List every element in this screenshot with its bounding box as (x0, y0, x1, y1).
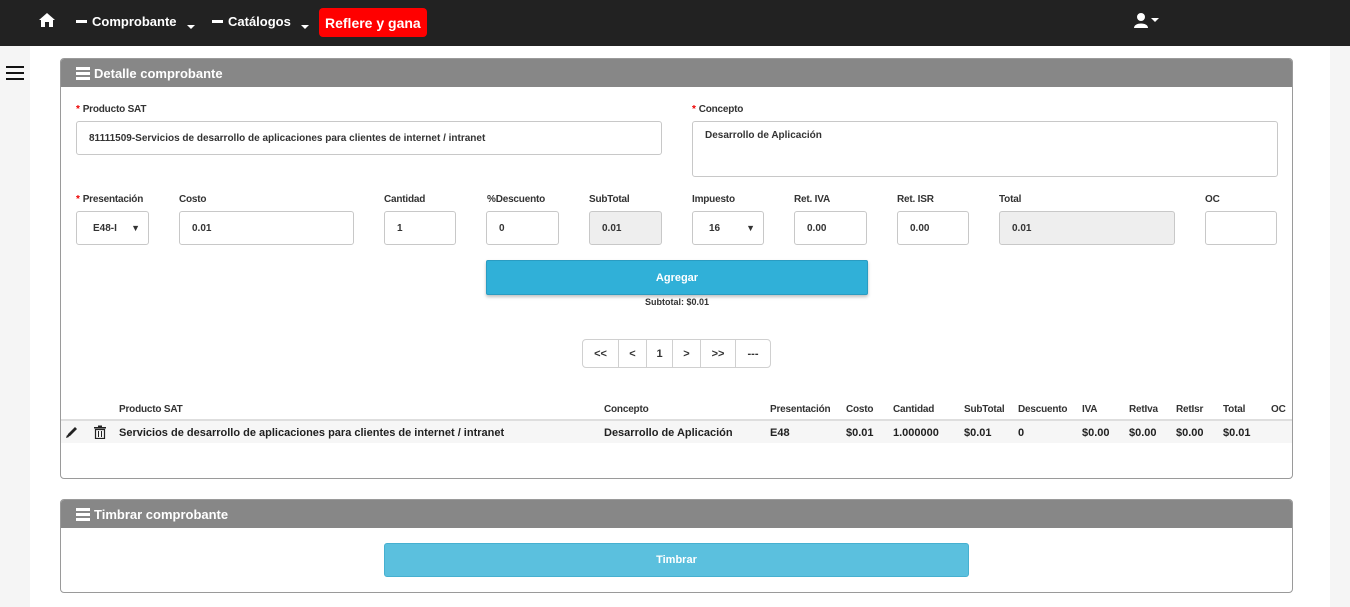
first-page-button[interactable]: << (583, 340, 619, 367)
col-header-producto: Producto SAT (119, 404, 183, 415)
subtotal-summary: Subtotal: $0.01 (644, 297, 709, 307)
cell-producto: Servicios de desarrollo de aplicaciones … (119, 427, 505, 439)
last-page-button[interactable]: >> (701, 340, 736, 367)
nav-catalogos[interactable]: Catálogos (212, 14, 309, 29)
page-1-button[interactable]: 1 (647, 340, 673, 367)
agregar-button[interactable]: Agregar (486, 260, 868, 295)
col-header-concepto: Concepto (604, 404, 649, 415)
cell-concepto: Desarrollo de Aplicación (604, 427, 733, 439)
panel-title: Timbrar comprobante (94, 506, 229, 522)
col-header-oc: OC (1271, 404, 1286, 415)
descuento-input[interactable]: 0 (486, 211, 559, 245)
cell-cantidad: 1.000000 (893, 427, 939, 439)
caret-down-icon (300, 24, 309, 29)
cell-subtotal: $0.01 (964, 427, 992, 439)
costo-input[interactable]: 0.01 (179, 211, 354, 245)
panel-header: Timbrar comprobante (61, 500, 1292, 528)
refiere-button[interactable]: Reflere y gana (319, 8, 427, 37)
cantidad-input[interactable]: 1 (384, 211, 456, 245)
next-page-button[interactable]: > (673, 340, 701, 367)
concepto-label: * Concepto (692, 104, 743, 115)
ret-isr-label: Ret. ISR (897, 194, 934, 205)
detalle-comprobante-panel: Detalle comprobante * Producto SAT 811115… (60, 58, 1293, 479)
producto-sat-input[interactable]: 81111509-Servicios de desarrollo de apli… (76, 121, 662, 155)
required-mark: * (692, 104, 696, 115)
caret-down-icon (1151, 18, 1159, 22)
select-value: E48-I (93, 222, 117, 234)
user-icon (1134, 13, 1148, 28)
label-text: Presentación (82, 194, 144, 205)
col-header-retiva: RetIva (1129, 404, 1158, 415)
producto-sat-label: * Producto SAT (76, 104, 146, 115)
dropdown-arrow-icon: ▼ (746, 223, 755, 233)
dropdown-arrow-icon: ▼ (131, 223, 140, 233)
oc-label: OC (1205, 194, 1220, 205)
subtotal-field: 0.01 (589, 211, 662, 245)
total-label: Total (999, 194, 1022, 205)
subtotal-label: SubTotal (589, 194, 630, 205)
col-header-retisr: RetIsr (1176, 404, 1204, 415)
presentacion-label: * Presentación (76, 194, 143, 205)
cell-presentacion: E48 (770, 427, 790, 439)
pencil-icon[interactable] (65, 425, 79, 439)
cell-total: $0.01 (1223, 427, 1251, 439)
col-header-presentacion: Presentación (770, 404, 831, 415)
cell-costo: $0.01 (846, 427, 874, 439)
costo-label: Costo (179, 194, 207, 205)
cell-retiva: $0.00 (1129, 427, 1157, 439)
dash-icon (76, 20, 87, 23)
pagination: << < 1 > >> --- (582, 339, 771, 368)
total-field: 0.01 (999, 211, 1175, 245)
ret-iva-label: Ret. IVA (794, 194, 830, 205)
ret-iva-input[interactable]: 0.00 (794, 211, 867, 245)
nav-catalogos-label: Catálogos (228, 14, 291, 29)
col-header-costo: Costo (846, 404, 874, 415)
right-gutter (1330, 46, 1350, 607)
col-header-iva: IVA (1082, 404, 1098, 415)
label-text: Concepto (698, 104, 744, 115)
oc-input[interactable] (1205, 211, 1277, 245)
page-size-button[interactable]: --- (736, 340, 770, 367)
list-icon (76, 507, 90, 521)
hamburger-menu-icon[interactable] (6, 66, 24, 80)
label-text: Producto SAT (82, 104, 147, 115)
select-value: 16 (709, 222, 721, 234)
trash-icon[interactable] (93, 425, 107, 439)
home-icon[interactable] (38, 11, 56, 29)
impuesto-label: Impuesto (692, 194, 735, 205)
cell-descuento: 0 (1018, 427, 1025, 439)
ret-isr-input[interactable]: 0.00 (897, 211, 969, 245)
caret-down-icon (186, 24, 195, 29)
sidebar-strip (0, 46, 30, 607)
top-navbar: Comprobante Catálogos Reflere y gana (0, 0, 1350, 46)
nav-comprobante[interactable]: Comprobante (76, 14, 195, 29)
cell-iva: $0.00 (1082, 427, 1110, 439)
dash-icon (212, 20, 223, 23)
prev-page-button[interactable]: < (619, 340, 647, 367)
cantidad-label: Cantidad (384, 194, 426, 205)
nav-comprobante-label: Comprobante (92, 14, 177, 29)
col-header-subtotal: SubTotal (964, 404, 1005, 415)
list-icon (76, 66, 90, 80)
impuesto-select[interactable]: 16 ▼ (692, 211, 764, 245)
timbrar-button[interactable]: Timbrar (384, 543, 969, 577)
user-menu[interactable] (1133, 12, 1159, 28)
col-header-cantidad: Cantidad (893, 404, 935, 415)
required-mark: * (76, 104, 80, 115)
panel-header: Detalle comprobante (61, 59, 1292, 87)
panel-title: Detalle comprobante (94, 65, 223, 81)
presentacion-select[interactable]: E48-I ▼ (76, 211, 149, 245)
concepto-textarea[interactable]: Desarrollo de Aplicación (692, 121, 1278, 177)
cell-retisr: $0.00 (1176, 427, 1204, 439)
descuento-label: %Descuento (487, 194, 546, 205)
timbrar-comprobante-panel: Timbrar comprobante Timbrar (60, 499, 1293, 593)
required-mark: * (76, 194, 80, 205)
col-header-descuento: Descuento (1018, 404, 1068, 415)
col-header-total: Total (1223, 404, 1246, 415)
